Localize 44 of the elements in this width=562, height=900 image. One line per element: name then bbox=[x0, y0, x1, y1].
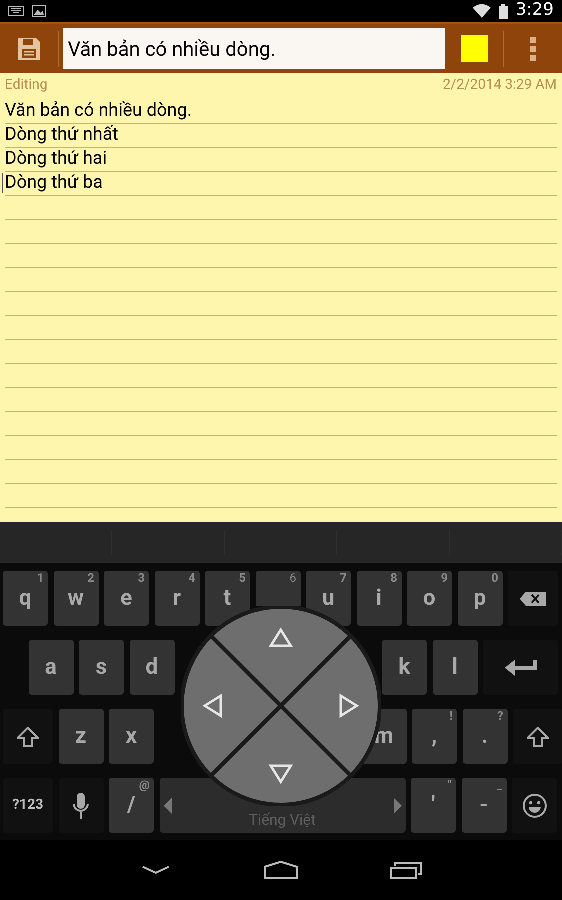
keyboard-key[interactable]: a bbox=[28, 640, 74, 695]
key-hint: 0 bbox=[492, 571, 498, 585]
note-line: Dòng thứ hai bbox=[5, 148, 108, 170]
keyboard-key[interactable]: @ / bbox=[109, 778, 154, 833]
title-field[interactable]: Văn bản có nhiều dòng. bbox=[63, 28, 445, 69]
key-hint: ? bbox=[498, 709, 504, 723]
note-line: Dòng thứ ba bbox=[5, 172, 103, 194]
key-hint: 2 bbox=[88, 571, 94, 585]
keyboard-key[interactable]: ? . bbox=[462, 709, 508, 764]
key-hint: 9 bbox=[441, 571, 448, 585]
status-label: Editing bbox=[5, 76, 48, 94]
keyboard-key[interactable]: 9 o bbox=[407, 571, 452, 626]
clock-time: 3:29 bbox=[516, 0, 554, 22]
keyboard-key[interactable]: 6 bbox=[256, 571, 300, 606]
keyboard-key[interactable]: 2 w bbox=[54, 571, 98, 626]
keyboard-key[interactable]: 4 r bbox=[154, 571, 200, 626]
keyboard-key[interactable]: l bbox=[432, 640, 478, 695]
key-hint: 1 bbox=[37, 571, 44, 585]
keyboard-key[interactable]: 1 q bbox=[3, 571, 48, 626]
key-hint: 6 bbox=[290, 571, 296, 585]
keyboard-key[interactable]: x bbox=[109, 709, 154, 764]
key-hint: 4 bbox=[188, 571, 196, 585]
key-hint: ! bbox=[450, 709, 453, 723]
keyboard-key[interactable]: _ - bbox=[462, 778, 506, 833]
key-hint: 8 bbox=[390, 571, 398, 585]
keyboard-key[interactable]: s bbox=[79, 640, 124, 695]
keyboard-key[interactable]: k bbox=[382, 640, 427, 695]
keyboard-key[interactable]: 8 i bbox=[356, 571, 402, 626]
key-hint: _ bbox=[497, 778, 502, 792]
timestamp: 2/2/2014 3:29 AM bbox=[442, 76, 557, 94]
symbols-key[interactable]: ?123 bbox=[3, 778, 53, 833]
keyboard-key[interactable]: " ' bbox=[411, 778, 456, 833]
key-hint: 3 bbox=[138, 571, 145, 585]
note-line: Văn bản có nhiều dòng. bbox=[5, 100, 192, 122]
keyboard-key[interactable]: 3 e bbox=[104, 571, 149, 626]
keyboard-key[interactable]: z bbox=[58, 709, 104, 764]
keyboard-key[interactable]: d bbox=[130, 640, 174, 695]
keyboard-key[interactable]: ! , bbox=[412, 709, 457, 764]
keyboard-key[interactable]: 0 p bbox=[458, 571, 502, 626]
key-hint: 5 bbox=[239, 571, 246, 585]
key-hint: " bbox=[448, 778, 452, 792]
key-hint: @ bbox=[139, 778, 150, 792]
key-hint: 7 bbox=[340, 571, 347, 585]
note-line: Dòng thứ nhất bbox=[5, 124, 119, 146]
